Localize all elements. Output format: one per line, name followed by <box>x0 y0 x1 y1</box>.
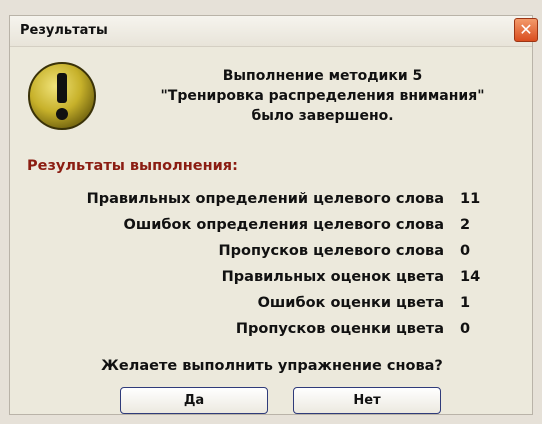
message-line: "Тренировка распределения внимания" <box>160 88 485 104</box>
result-value: 11 <box>460 191 481 207</box>
result-label: Ошибок определения целевого слова <box>123 217 445 233</box>
result-row: Правильных оценок цвета 14 <box>10 269 534 293</box>
result-label: Пропусков оценки цвета <box>235 321 444 337</box>
repeat-question: Желаете выполнить упражнение снова? <box>101 358 443 374</box>
close-icon: ✕ <box>519 20 533 39</box>
result-label: Правильных оценок цвета <box>221 269 444 285</box>
result-value: 14 <box>460 269 481 285</box>
warning-icon <box>28 62 96 130</box>
result-row: Ошибок оценки цвета 1 <box>10 295 534 319</box>
result-label: Ошибок оценки цвета <box>257 295 444 311</box>
result-row: Правильных определений целевого слова 11 <box>10 191 534 215</box>
message-line: было завершено. <box>251 108 394 124</box>
window-title: Результаты <box>20 23 108 38</box>
results-dialog: Результаты ✕ Выполнение методики 5 "Трен… <box>9 15 538 415</box>
result-row: Ошибок определения целевого слова 2 <box>10 217 534 241</box>
close-button[interactable]: ✕ <box>514 18 538 42</box>
results-heading: Результаты выполнения: <box>27 158 238 174</box>
completion-message: Выполнение методики 5 "Тренировка распре… <box>115 66 530 126</box>
result-value: 1 <box>460 295 471 311</box>
result-value: 0 <box>460 321 471 337</box>
result-label: Пропусков целевого слова <box>218 243 444 259</box>
result-row: Пропусков оценки цвета 0 <box>10 321 534 345</box>
result-label: Правильных определений целевого слова <box>86 191 444 207</box>
no-button[interactable]: Нет <box>293 387 441 414</box>
message-line: Выполнение методики 5 <box>222 68 423 84</box>
result-row: Пропусков целевого слова 0 <box>10 243 534 267</box>
result-value: 2 <box>460 217 471 233</box>
title-bar[interactable]: Результаты ✕ <box>10 16 538 47</box>
result-value: 0 <box>460 243 471 259</box>
yes-button[interactable]: Да <box>120 387 268 414</box>
